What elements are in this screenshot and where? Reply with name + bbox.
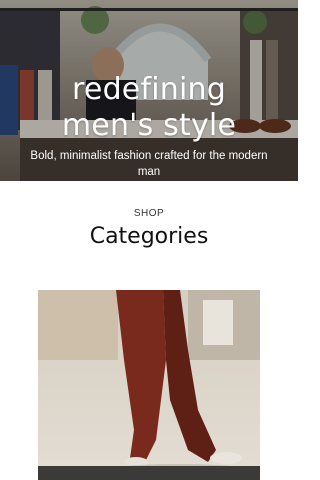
- category-card[interactable]: [38, 290, 260, 480]
- section-title: Categories: [89, 224, 209, 249]
- section-kicker: SHOP: [133, 208, 165, 219]
- hero-subtitle: Bold, minimalist fashion crafted for the…: [30, 150, 268, 178]
- hero-banner: redefining men's style Bold, minimalist …: [0, 0, 298, 181]
- hero-title: redefining men's style: [61, 72, 237, 143]
- category-card-image: [38, 290, 260, 480]
- category-card-caption-bar: [38, 466, 260, 480]
